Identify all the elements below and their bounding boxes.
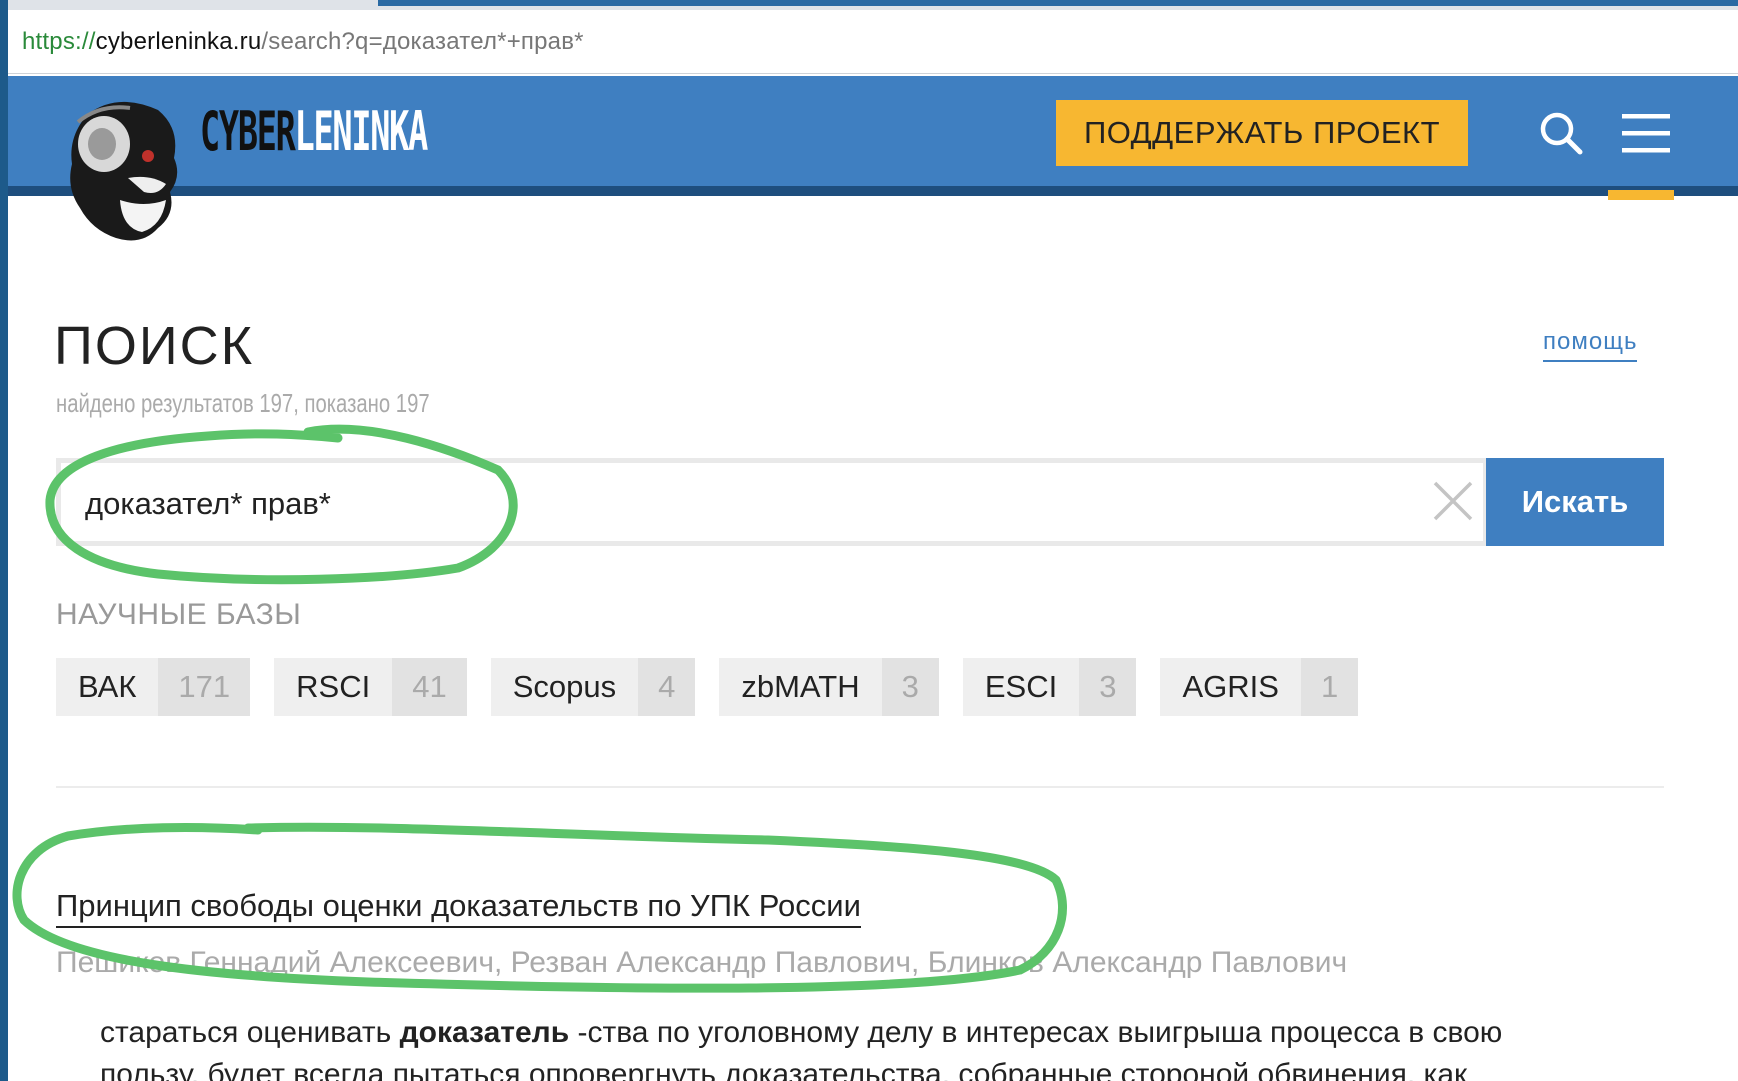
results-count: найдено результатов 197, показано 197 bbox=[56, 388, 430, 418]
browser-window: https://cyberleninka.ru/search?q=доказат… bbox=[8, 0, 1738, 1081]
base-filter-scopus[interactable]: Scopus 4 bbox=[490, 658, 696, 716]
browser-tab[interactable] bbox=[378, 0, 1738, 6]
result-snippet: стараться оценивать доказатель -ства по … bbox=[100, 1012, 1700, 1081]
base-filter-rsci[interactable]: RSCI 41 bbox=[274, 658, 467, 716]
base-count: 3 bbox=[881, 658, 939, 716]
snippet-text: -ства по уголовному делу в интересах выи… bbox=[569, 1016, 1503, 1049]
base-name: AGRIS bbox=[1160, 658, 1301, 716]
base-count: 4 bbox=[638, 658, 696, 716]
search-input[interactable] bbox=[83, 483, 1387, 525]
search-icon[interactable] bbox=[1538, 110, 1584, 156]
url-host: cyberleninka.ru bbox=[95, 28, 262, 55]
brand-cyber: CYBER bbox=[200, 100, 296, 163]
scientific-bases-filters: ВАК 171 RSCI 41 Scopus 4 zbMATH 3 ESCI 3… bbox=[56, 658, 1382, 716]
base-name: ВАК bbox=[56, 658, 159, 716]
base-name: Scopus bbox=[490, 658, 639, 716]
result-authors: Пешиков Геннадий Алексеевич, Резван Алек… bbox=[56, 946, 1348, 979]
result-title-link[interactable]: Принцип свободы оценки доказательств по … bbox=[56, 888, 861, 928]
base-filter-vak[interactable]: ВАК 171 bbox=[56, 658, 251, 716]
page-title: ПОИСК bbox=[54, 316, 255, 376]
search-button[interactable]: Искать bbox=[1486, 458, 1664, 546]
close-icon[interactable] bbox=[1431, 479, 1475, 523]
base-filter-esci[interactable]: ESCI 3 bbox=[962, 658, 1137, 716]
base-name: RSCI bbox=[274, 658, 393, 716]
base-count: 41 bbox=[392, 658, 467, 716]
base-count: 1 bbox=[1300, 658, 1359, 716]
base-filter-zbmath[interactable]: zbMATH 3 bbox=[719, 658, 939, 716]
base-count: 171 bbox=[158, 658, 251, 716]
url-scheme: https:// bbox=[22, 28, 96, 55]
site-logo-text[interactable]: CYBERLENINKA bbox=[200, 100, 429, 163]
url-path: /search?q=доказател*+прав* bbox=[261, 28, 584, 55]
scientific-bases-heading: НАУЧНЫЕ БАЗЫ bbox=[56, 598, 302, 631]
lenin-logo-icon[interactable] bbox=[58, 96, 188, 246]
menu-icon[interactable] bbox=[1620, 112, 1672, 154]
help-link[interactable]: помощь bbox=[1543, 328, 1638, 362]
base-count: 3 bbox=[1079, 658, 1137, 716]
search-field[interactable] bbox=[56, 458, 1488, 546]
section-divider bbox=[56, 786, 1664, 788]
browser-tab-strip bbox=[8, 0, 1738, 10]
url-text[interactable]: https://cyberleninka.ru/search?q=доказат… bbox=[22, 28, 584, 56]
snippet-highlight: доказатель bbox=[399, 1016, 570, 1049]
snippet-line-2: пользу, будет всегда пытаться опровергну… bbox=[100, 1058, 1468, 1081]
support-project-button[interactable]: ПОДДЕРЖАТЬ ПРОЕКТ bbox=[1056, 100, 1468, 166]
base-name: zbMATH bbox=[719, 658, 882, 716]
snippet-text: стараться оценивать bbox=[100, 1016, 400, 1049]
brand-leninka: LENINKA bbox=[294, 100, 429, 163]
base-filter-agris[interactable]: AGRIS 1 bbox=[1160, 658, 1359, 716]
base-name: ESCI bbox=[962, 658, 1080, 716]
menu-active-indicator bbox=[1608, 190, 1674, 200]
address-bar[interactable]: https://cyberleninka.ru/search?q=доказат… bbox=[8, 10, 1738, 74]
snippet-line-1: стараться оценивать доказатель -ства по … bbox=[100, 1012, 1700, 1054]
